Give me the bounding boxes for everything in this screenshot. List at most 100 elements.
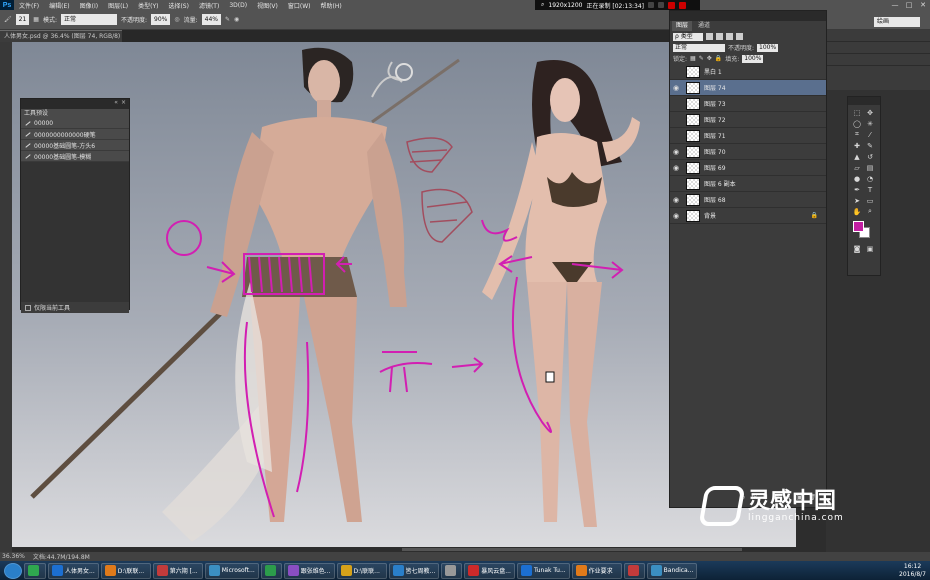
healing-brush-icon[interactable]: ✚ bbox=[852, 141, 862, 150]
taskbar-item[interactable]: 第六期 [... bbox=[152, 562, 203, 579]
marquee-tool-icon[interactable]: ⬚ bbox=[852, 108, 862, 117]
layer-name[interactable]: 图层 71 bbox=[704, 131, 726, 140]
layer-row[interactable]: ◉ 图层 70 bbox=[670, 144, 826, 160]
zoom-tool-icon[interactable]: ⌕ bbox=[865, 207, 875, 216]
menu-file[interactable]: 文件(F) bbox=[14, 1, 44, 10]
menu-layer[interactable]: 图层(L) bbox=[103, 1, 133, 10]
layer-thumbnail[interactable] bbox=[686, 161, 700, 174]
minimize-button[interactable]: — bbox=[888, 0, 902, 10]
layer-filter-select[interactable]: ρ 类型 bbox=[673, 32, 703, 41]
menu-select[interactable]: 选择(S) bbox=[163, 1, 194, 10]
lock-move-icon[interactable]: ✥ bbox=[707, 55, 712, 62]
layer-row[interactable]: 图层 73 bbox=[670, 96, 826, 112]
layer-row[interactable]: ◉ 图层 69 bbox=[670, 160, 826, 176]
scrollbar-thumb[interactable] bbox=[402, 548, 742, 551]
airbrush-icon[interactable]: ✎ bbox=[225, 16, 230, 23]
layer-name[interactable]: 图层 69 bbox=[704, 163, 726, 172]
zoom-level[interactable]: 36.36% bbox=[2, 553, 25, 560]
preset-item[interactable]: 00000基础圆笔-模糊 bbox=[21, 151, 129, 162]
taskbar-item[interactable]: Bandica... bbox=[646, 562, 698, 579]
menu-help[interactable]: 帮助(H) bbox=[316, 1, 347, 10]
layer-row[interactable]: 图层 6 副本 bbox=[670, 176, 826, 192]
menu-image[interactable]: 图像(I) bbox=[75, 1, 103, 10]
pressure-opacity-icon[interactable]: ◎ bbox=[174, 16, 179, 23]
menu-edit[interactable]: 编辑(E) bbox=[44, 1, 74, 10]
lock-pixels-icon[interactable]: ▦ bbox=[690, 55, 696, 62]
layer-thumbnail[interactable] bbox=[686, 193, 700, 206]
visibility-eye-icon[interactable]: ◉ bbox=[670, 196, 682, 204]
pressure-size-icon[interactable]: ◉ bbox=[234, 16, 239, 23]
layer-thumbnail[interactable] bbox=[686, 81, 700, 94]
collapsed-panel-row[interactable] bbox=[826, 54, 930, 66]
layer-thumbnail[interactable] bbox=[686, 65, 700, 78]
brush-icon[interactable]: 🖌 bbox=[4, 16, 12, 23]
shape-tool-icon[interactable]: ▭ bbox=[865, 196, 875, 205]
dodge-tool-icon[interactable]: ◔ bbox=[865, 174, 875, 183]
panel-header[interactable] bbox=[670, 11, 826, 21]
screen-mode-icon[interactable]: ▣ bbox=[865, 244, 875, 253]
layer-name[interactable]: 黑白 1 bbox=[704, 67, 722, 76]
taskbar-item[interactable] bbox=[441, 562, 463, 579]
layer-row[interactable]: ◉ 图层 68 bbox=[670, 192, 826, 208]
brush-size-picker[interactable]: 21 bbox=[15, 14, 30, 25]
taskbar-item[interactable]: Tunak Tu... bbox=[516, 562, 570, 579]
panel-header[interactable]: «× bbox=[21, 99, 129, 109]
filter-type-icon[interactable] bbox=[726, 33, 733, 40]
layer-opacity-field[interactable]: 100% bbox=[757, 43, 779, 52]
taskbar-item[interactable]: 跟张维色... bbox=[283, 562, 335, 579]
path-select-icon[interactable]: ➤ bbox=[852, 196, 862, 205]
magic-wand-icon[interactable]: ✳ bbox=[865, 119, 875, 128]
menu-filter[interactable]: 滤镜(T) bbox=[194, 1, 224, 10]
filter-shape-icon[interactable] bbox=[736, 33, 743, 40]
flow-field[interactable]: 44% bbox=[201, 14, 221, 25]
visibility-eye-icon[interactable]: ◉ bbox=[670, 148, 682, 156]
taskbar-pinned-app[interactable] bbox=[24, 562, 46, 579]
layer-thumbnail[interactable] bbox=[686, 209, 700, 222]
layer-row[interactable]: 图层 72 bbox=[670, 112, 826, 128]
taskbar-item[interactable]: D:\联联... bbox=[100, 562, 151, 579]
menu-3d[interactable]: 3D(D) bbox=[224, 2, 252, 9]
tool-presets-tab[interactable]: 工具预设 bbox=[21, 109, 129, 118]
layer-thumbnail[interactable] bbox=[686, 177, 700, 190]
hand-tool-icon[interactable]: ✋ bbox=[852, 207, 862, 216]
eyedropper-icon[interactable]: ⁄ bbox=[865, 130, 875, 139]
gradient-tool-icon[interactable]: ▤ bbox=[865, 163, 875, 172]
fill-field[interactable]: 100% bbox=[742, 54, 764, 63]
visibility-eye-icon[interactable]: ◉ bbox=[670, 212, 682, 220]
recorder-pause-icon[interactable] bbox=[658, 2, 665, 8]
maximize-button[interactable]: □ bbox=[902, 0, 916, 10]
tab-channels[interactable]: 通道 bbox=[694, 21, 714, 31]
visibility-eye-icon[interactable]: ◉ bbox=[670, 84, 682, 92]
recorder-camera-icon[interactable] bbox=[648, 2, 655, 8]
layer-row[interactable]: 黑白 1 bbox=[670, 64, 826, 80]
blend-mode-select[interactable]: 正常 bbox=[673, 43, 725, 52]
visibility-eye-icon[interactable]: ◉ bbox=[670, 164, 682, 172]
type-tool-icon[interactable]: T bbox=[865, 185, 875, 194]
lasso-tool-icon[interactable]: ◯ bbox=[852, 119, 862, 128]
taskbar-item[interactable] bbox=[623, 562, 645, 579]
layer-name[interactable]: 图层 6 副本 bbox=[704, 179, 736, 188]
tab-layers[interactable]: 图层 bbox=[672, 21, 693, 31]
taskbar-item[interactable] bbox=[260, 562, 282, 579]
quick-mask-icon[interactable]: ◙ bbox=[852, 244, 862, 253]
system-tray-clock[interactable]: 16:12 2016/8/7 bbox=[899, 563, 926, 579]
layer-thumbnail[interactable] bbox=[686, 113, 700, 126]
taskbar-item[interactable]: D:\联联... bbox=[336, 562, 387, 579]
layer-thumbnail[interactable] bbox=[686, 145, 700, 158]
lock-all-icon[interactable]: 🔒 bbox=[715, 55, 722, 62]
collapsed-panel-row[interactable] bbox=[826, 30, 930, 42]
foreground-color-swatch[interactable] bbox=[853, 221, 864, 232]
recorder-close-button[interactable] bbox=[679, 1, 687, 9]
lock-brush-icon[interactable]: ✎ bbox=[699, 55, 704, 62]
layer-name[interactable]: 图层 74 bbox=[704, 83, 726, 92]
close-button[interactable]: ✕ bbox=[916, 0, 930, 10]
taskbar-item[interactable]: Microsoft... bbox=[204, 562, 259, 579]
layer-name[interactable]: 图层 68 bbox=[704, 195, 726, 204]
taskbar-item[interactable]: 作业要求 bbox=[571, 562, 622, 579]
crop-tool-icon[interactable]: ⌗ bbox=[852, 130, 862, 139]
layer-row[interactable]: ◉ 图层 74 bbox=[670, 80, 826, 96]
toolbox-header[interactable] bbox=[848, 97, 880, 105]
brush-tool-icon[interactable]: ✎ bbox=[865, 141, 875, 150]
mode-select[interactable]: 正常 bbox=[60, 14, 117, 25]
layer-name[interactable]: 图层 73 bbox=[704, 99, 726, 108]
